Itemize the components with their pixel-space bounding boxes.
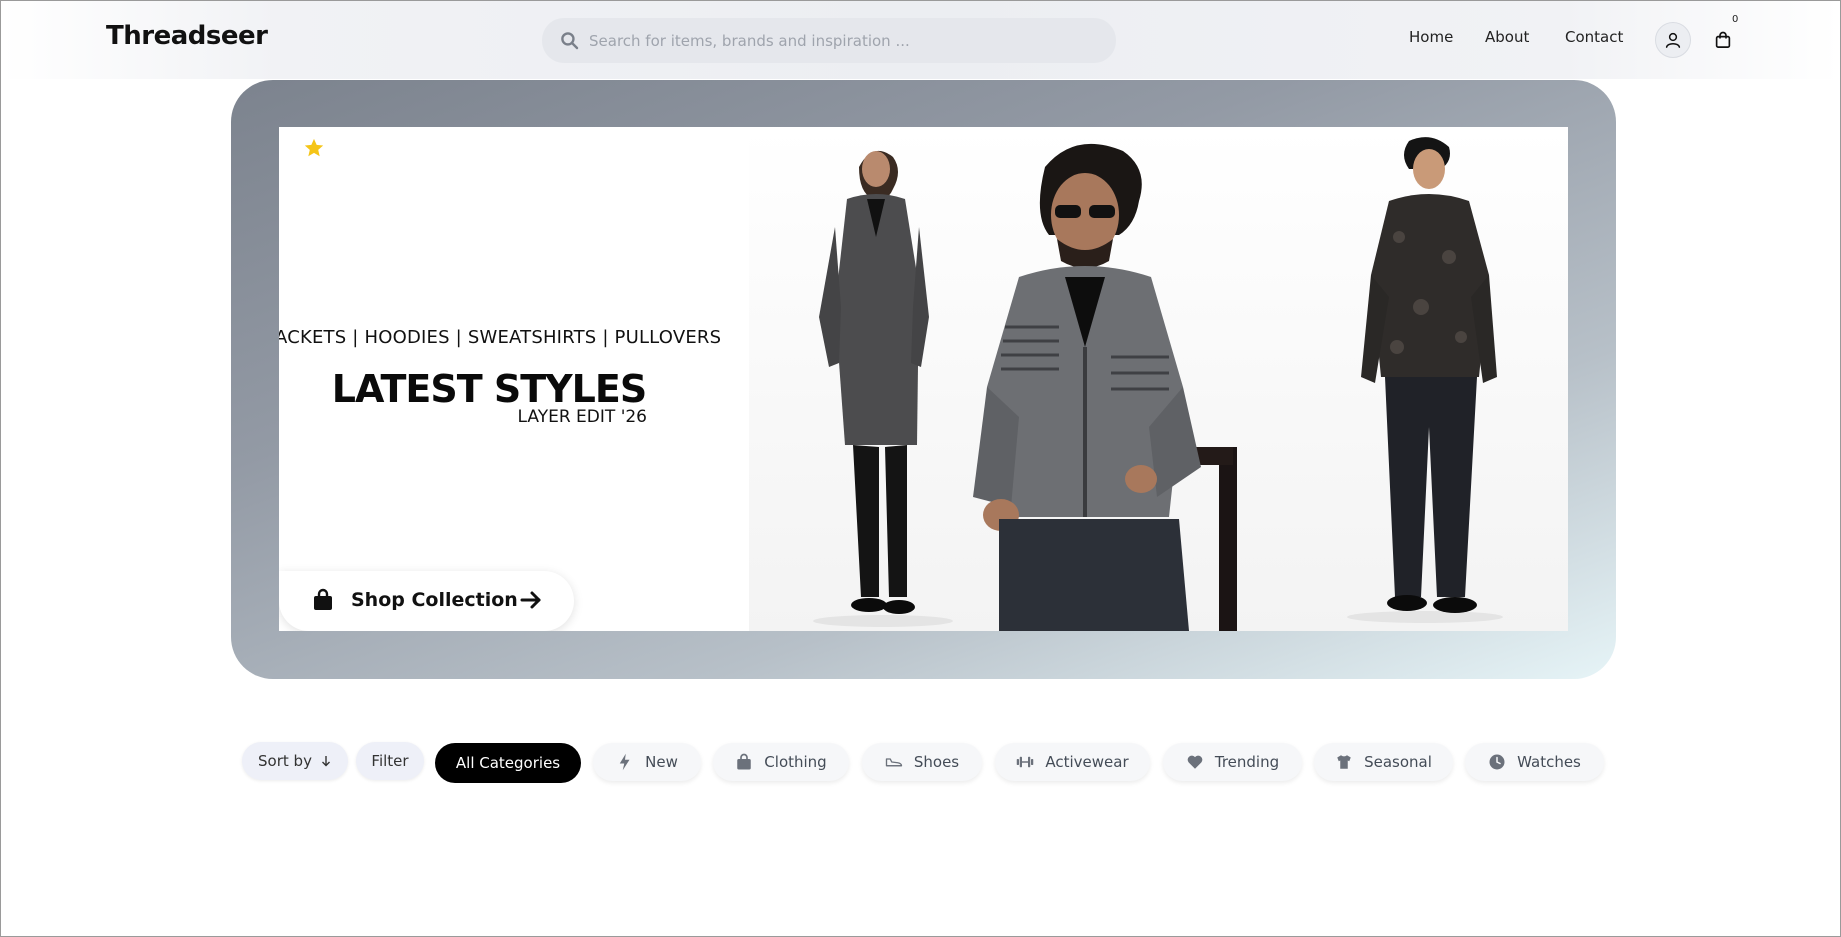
category-label: Watches <box>1517 753 1581 771</box>
category-label: Activewear <box>1045 753 1129 771</box>
nav-home[interactable]: Home <box>1409 28 1453 46</box>
category-new[interactable]: New <box>593 743 701 781</box>
shop-collection-label: Shop Collection <box>351 589 518 611</box>
clock-icon <box>1489 754 1505 770</box>
category-label: Shoes <box>913 753 960 771</box>
cart-button[interactable] <box>1707 23 1739 57</box>
bolt-icon <box>619 753 630 771</box>
bag-icon <box>737 753 752 770</box>
shop-collection-button[interactable]: Shop Collection <box>279 571 574 631</box>
hero-title: LATEST STYLES <box>331 367 647 411</box>
filter-label: Filter <box>371 752 409 770</box>
account-button[interactable] <box>1655 22 1691 58</box>
search-bar[interactable] <box>542 18 1116 63</box>
sort-by-button[interactable]: Sort by <box>242 742 348 780</box>
category-label: Trending <box>1214 753 1280 771</box>
arrow-right-icon <box>520 591 541 609</box>
category-clothing[interactable]: Clothing <box>713 743 849 781</box>
category-label: Seasonal <box>1364 753 1432 771</box>
nav-about[interactable]: About <box>1485 28 1529 46</box>
brand-logo[interactable]: Threadseer <box>106 21 268 51</box>
search-input[interactable] <box>589 18 1099 63</box>
hero-subtitle: LAYER EDIT '26 <box>517 407 647 427</box>
category-shoes[interactable]: Shoes <box>862 743 982 781</box>
category-activewear[interactable]: Activewear <box>995 743 1150 781</box>
category-label: All Categories <box>455 754 561 772</box>
cart-count-badge: 0 <box>1732 14 1739 25</box>
shoe-icon <box>885 758 903 767</box>
hero-categories-line: ACKETS | HOODIES | SWEATSHIRTS | PULLOVE… <box>279 327 722 348</box>
category-label: Clothing <box>764 753 827 771</box>
search-icon <box>561 32 579 50</box>
category-watches[interactable]: Watches <box>1465 743 1604 781</box>
star-icon <box>304 138 324 157</box>
arrow-down-icon <box>321 756 330 767</box>
shopping-bag-icon <box>314 588 332 610</box>
hero-models-image <box>749 127 1568 631</box>
heart-icon <box>1187 755 1203 769</box>
category-trending[interactable]: Trending <box>1163 743 1302 781</box>
dumbbell-icon <box>1017 756 1034 768</box>
category-label: New <box>645 753 678 771</box>
user-icon <box>1665 32 1681 48</box>
category-seasonal[interactable]: Seasonal <box>1314 743 1453 781</box>
hero-banner[interactable]: ACKETS | HOODIES | SWEATSHIRTS | PULLOVE… <box>279 127 1568 631</box>
sort-by-label: Sort by <box>258 752 312 770</box>
category-all[interactable]: All Categories <box>435 743 581 783</box>
site-header: Threadseer Home About Contact 0 <box>1 1 1840 79</box>
nav-contact[interactable]: Contact <box>1565 28 1623 46</box>
tshirt-icon <box>1337 755 1351 769</box>
filter-button[interactable]: Filter <box>356 742 424 780</box>
shopping-bag-icon <box>1715 31 1731 48</box>
